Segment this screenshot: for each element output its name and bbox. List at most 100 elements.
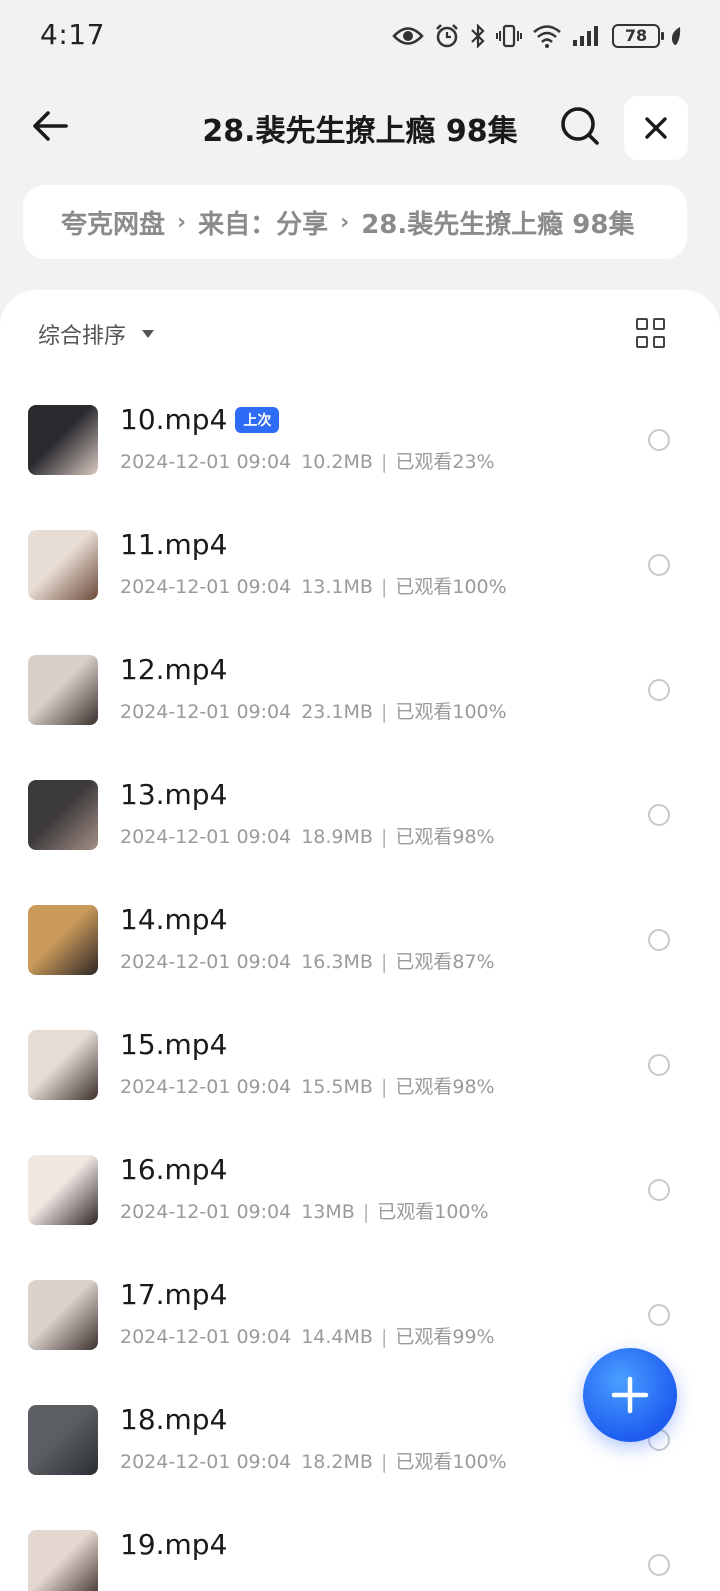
watch-progress: 已观看99%: [395, 1326, 495, 1348]
file-meta: 2024-12-01 09:04 14.4MB | 已观看99%: [120, 1322, 495, 1349]
add-button[interactable]: [583, 1348, 677, 1442]
grid-view-button[interactable]: [636, 318, 666, 348]
video-thumbnail: [28, 1405, 98, 1475]
file-size: 13MB: [301, 1201, 355, 1223]
file-meta: 2024-12-01 09:04 10.2MB | 已观看23%: [120, 447, 495, 474]
grid-view-icon-cell: [653, 318, 665, 330]
file-name-line: 15.mp4: [120, 1028, 227, 1061]
search-button[interactable]: [556, 102, 604, 150]
file-date: 2024-12-01 09:04: [120, 951, 292, 973]
battery-icon: 78: [612, 24, 664, 48]
video-thumbnail: [28, 1280, 98, 1350]
file-name-line: 16.mp4: [120, 1153, 227, 1186]
caret-down-icon: [142, 330, 155, 338]
select-radio[interactable]: [648, 1179, 670, 1201]
file-date: 2024-12-01 09:04: [120, 701, 292, 723]
chevron-right-icon: ›: [340, 209, 350, 235]
breadcrumb-item-root[interactable]: 夸克网盘: [61, 204, 165, 241]
video-thumbnail: [28, 780, 98, 850]
file-date: 2024-12-01 09:04: [120, 1076, 292, 1098]
breadcrumb: 夸克网盘 › 来自：分享 › 28.裴先生撩上瘾 98集: [23, 185, 687, 259]
vibrate-icon: [496, 23, 522, 49]
file-row[interactable]: 16.mp4 2024-12-01 09:04 13MB | 已观看100%: [0, 1125, 720, 1250]
file-row[interactable]: 19.mp4: [0, 1500, 720, 1591]
file-meta: 2024-12-01 09:04 23.1MB | 已观看100%: [120, 697, 507, 724]
video-thumbnail: [28, 655, 98, 725]
meta-separator: |: [362, 1201, 370, 1223]
select-radio[interactable]: [648, 429, 670, 451]
select-radio[interactable]: [648, 1304, 670, 1326]
signal-icon: [572, 25, 602, 47]
video-thumbnail: [28, 530, 98, 600]
file-name-line: 12.mp4: [120, 653, 227, 686]
file-meta: 2024-12-01 09:04 15.5MB | 已观看98%: [120, 1072, 495, 1099]
file-row[interactable]: 12.mp4 2024-12-01 09:04 23.1MB | 已观看100%: [0, 625, 720, 750]
meta-separator: |: [380, 1451, 388, 1473]
file-meta: 2024-12-01 09:04 18.9MB | 已观看98%: [120, 822, 495, 849]
file-row[interactable]: 13.mp4 2024-12-01 09:04 18.9MB | 已观看98%: [0, 750, 720, 875]
file-size: 16.3MB: [301, 951, 373, 973]
watch-progress: 已观看23%: [395, 451, 495, 473]
file-size: 15.5MB: [301, 1076, 373, 1098]
file-name-line: 17.mp4: [120, 1278, 227, 1311]
file-name: 13.mp4: [120, 778, 228, 811]
file-name-line: 19.mp4: [120, 1528, 227, 1561]
select-radio[interactable]: [648, 1554, 670, 1576]
select-radio[interactable]: [648, 554, 670, 576]
file-row[interactable]: 15.mp4 2024-12-01 09:04 15.5MB | 已观看98%: [0, 1000, 720, 1125]
file-name: 18.mp4: [120, 1403, 228, 1436]
grid-view-icon-cell: [653, 335, 665, 348]
search-icon: [561, 107, 599, 145]
file-row[interactable]: 10.mp4 上次 2024-12-01 09:04 10.2MB | 已观看23%: [0, 375, 720, 500]
file-date: 2024-12-01 09:04: [120, 826, 292, 848]
file-name: 19.mp4: [120, 1528, 228, 1561]
file-size: 14.4MB: [301, 1326, 373, 1348]
select-radio[interactable]: [648, 929, 670, 951]
file-date: 2024-12-01 09:04: [120, 1201, 292, 1223]
watch-progress: 已观看87%: [395, 951, 495, 973]
file-row[interactable]: 14.mp4 2024-12-01 09:04 16.3MB | 已观看87%: [0, 875, 720, 1000]
leaf-icon: [670, 26, 682, 46]
file-row[interactable]: 11.mp4 2024-12-01 09:04 13.1MB | 已观看100%: [0, 500, 720, 625]
sort-dropdown[interactable]: 综合排序: [38, 318, 155, 350]
status-time: 4:17: [40, 18, 105, 51]
file-name-line: 11.mp4: [120, 528, 227, 561]
chevron-right-icon: ›: [177, 209, 187, 235]
file-size: 13.1MB: [301, 576, 373, 598]
file-size: 18.2MB: [301, 1451, 373, 1473]
select-radio[interactable]: [648, 1054, 670, 1076]
meta-separator: |: [380, 951, 388, 973]
video-thumbnail: [28, 905, 98, 975]
select-radio[interactable]: [648, 679, 670, 701]
file-meta: 2024-12-01 09:04 13MB | 已观看100%: [120, 1197, 489, 1224]
plus-icon: [611, 1376, 649, 1414]
file-name-line: 14.mp4: [120, 903, 227, 936]
meta-separator: |: [380, 701, 388, 723]
wifi-icon: [532, 24, 562, 48]
file-date: 2024-12-01 09:04: [120, 451, 292, 473]
file-size: 18.9MB: [301, 826, 373, 848]
last-watched-badge: 上次: [235, 406, 280, 433]
select-radio[interactable]: [648, 804, 670, 826]
status-icons: 78: [392, 20, 682, 52]
header: 28.裴先生撩上瘾 98集: [0, 90, 720, 162]
watch-progress: 已观看100%: [395, 576, 507, 598]
video-thumbnail: [28, 405, 98, 475]
video-thumbnail: [28, 1530, 98, 1591]
video-thumbnail: [28, 1030, 98, 1100]
file-name: 17.mp4: [120, 1278, 228, 1311]
watch-progress: 已观看98%: [395, 826, 495, 848]
file-name-line: 18.mp4: [120, 1403, 227, 1436]
close-button[interactable]: [624, 96, 688, 160]
file-meta: 2024-12-01 09:04 18.2MB | 已观看100%: [120, 1447, 507, 1474]
eye-icon: [392, 25, 424, 47]
file-date: 2024-12-01 09:04: [120, 576, 292, 598]
watch-progress: 已观看100%: [377, 1201, 489, 1223]
video-thumbnail: [28, 1155, 98, 1225]
breadcrumb-item-share[interactable]: 来自：分享: [198, 204, 328, 241]
file-name: 12.mp4: [120, 653, 228, 686]
back-button[interactable]: [26, 102, 74, 150]
breadcrumb-item-current: 28.裴先生撩上瘾 98集: [361, 209, 635, 240]
meta-separator: |: [380, 826, 388, 848]
file-date: 2024-12-01 09:04: [120, 1451, 292, 1473]
